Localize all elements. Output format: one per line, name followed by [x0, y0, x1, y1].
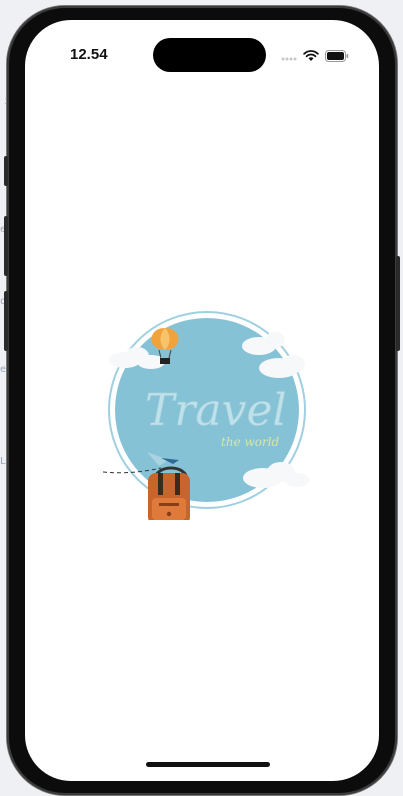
wifi-icon	[303, 49, 319, 67]
home-indicator[interactable]	[146, 762, 270, 767]
volume-down-button	[4, 291, 8, 351]
backdrop-code-fragment: L	[0, 456, 7, 467]
app-screen: 12.54 Travel the world	[25, 20, 379, 781]
cellular-signal-icon	[281, 49, 297, 67]
status-icons	[281, 49, 349, 67]
logo-title: Travel	[145, 385, 287, 436]
battery-icon	[325, 49, 349, 67]
action-button	[4, 156, 8, 186]
dynamic-island	[153, 38, 266, 72]
power-button	[396, 256, 400, 351]
backpack-icon	[148, 466, 190, 525]
travel-logo: Travel the world	[102, 310, 313, 525]
logo-subtitle: the world	[221, 435, 280, 449]
status-time: 12.54	[70, 46, 108, 63]
iphone-frame: 12.54 Travel the world	[4, 6, 400, 795]
volume-up-button	[4, 216, 8, 276]
backdrop-code-fragment: e	[0, 364, 7, 375]
